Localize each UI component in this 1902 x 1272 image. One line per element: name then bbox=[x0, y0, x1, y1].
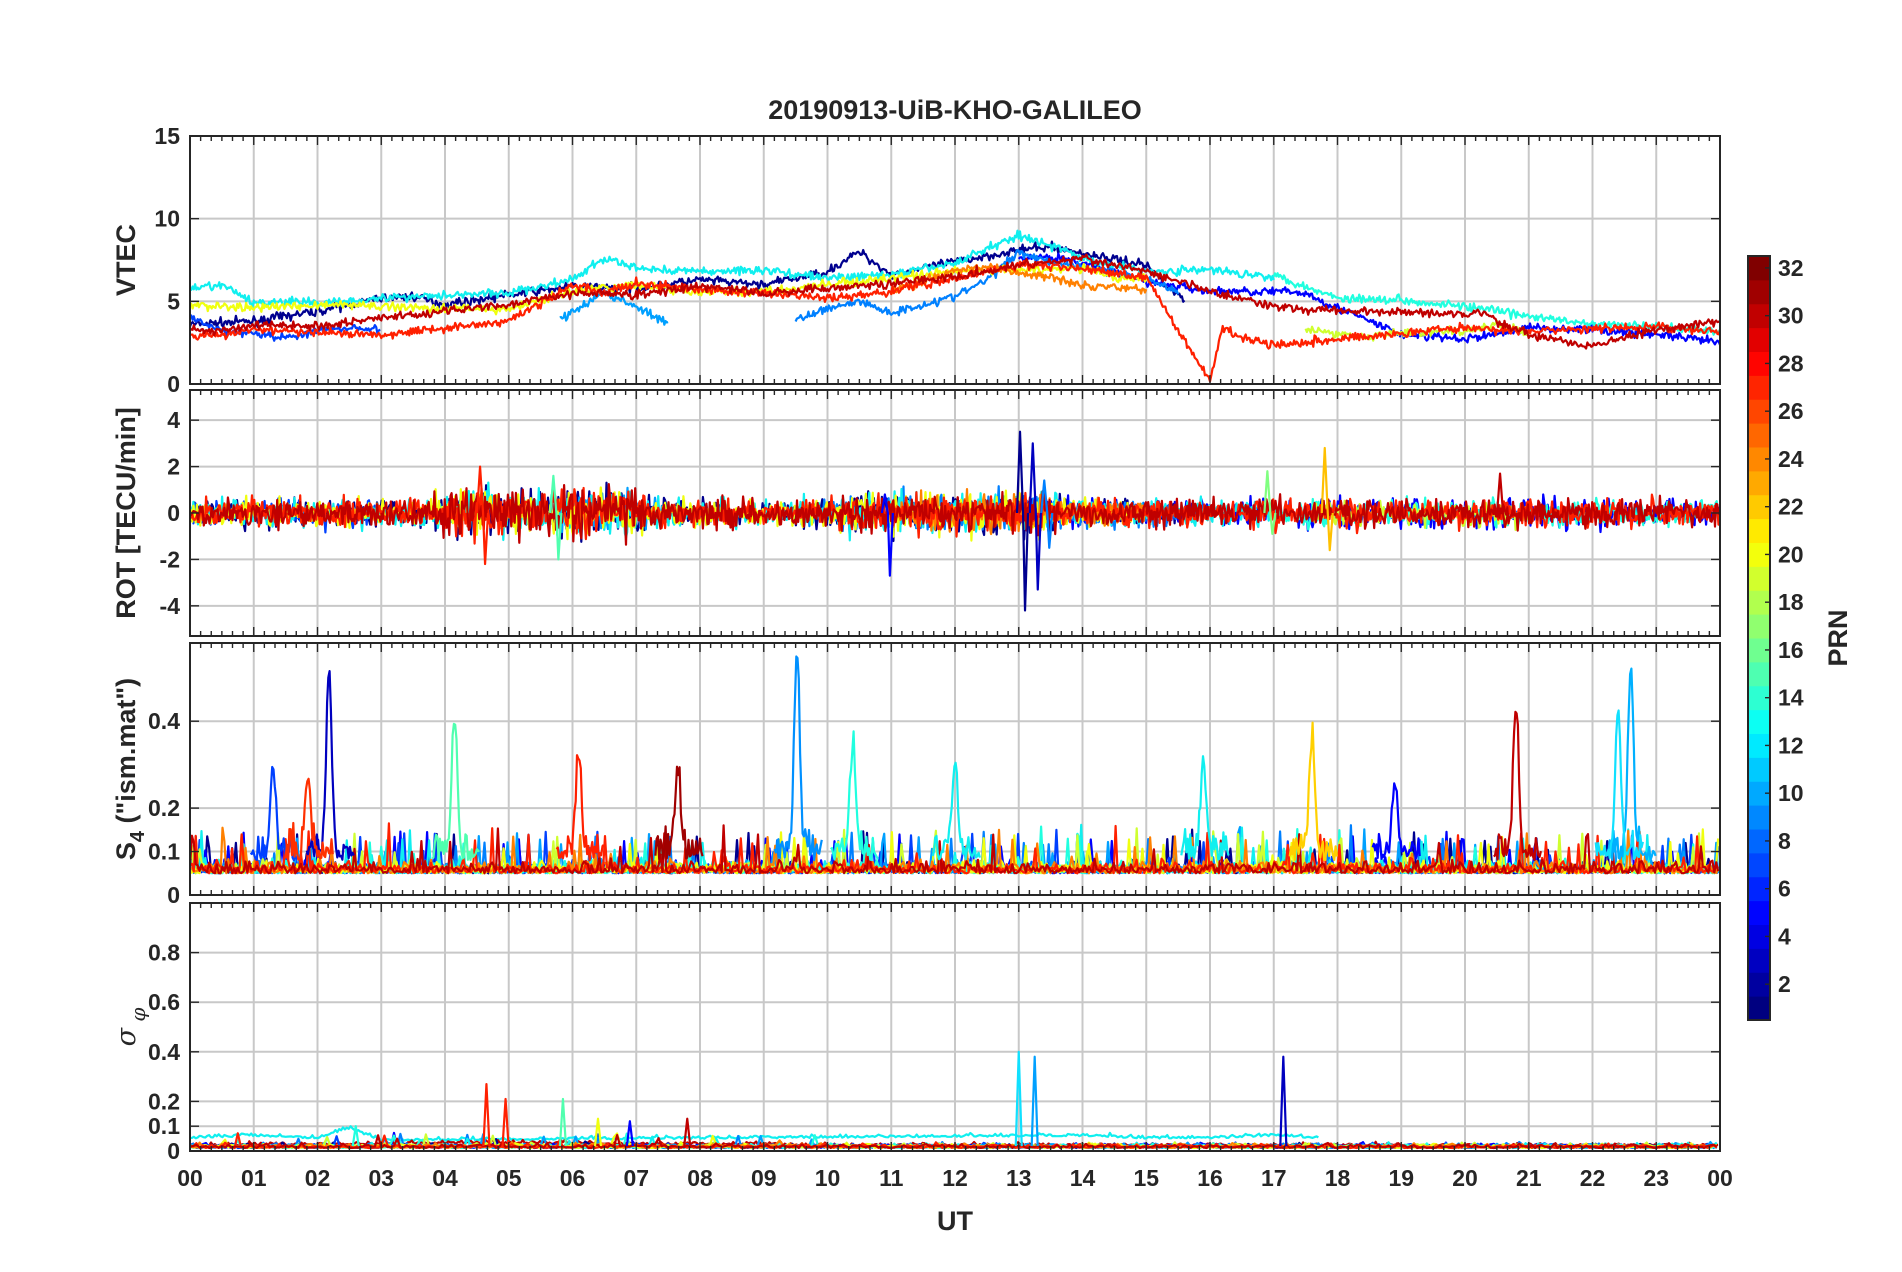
sigma_phi-y-tick-label: 0.2 bbox=[148, 1088, 180, 1114]
x-tick-label: 07 bbox=[623, 1165, 649, 1191]
rot-y-tick-label: -4 bbox=[160, 593, 181, 619]
vtec-y-tick-label: 15 bbox=[154, 123, 180, 149]
colorbar-segment bbox=[1748, 566, 1770, 591]
rot-y-tick-label: 0 bbox=[167, 500, 180, 526]
colorbar-segment bbox=[1748, 470, 1770, 496]
x-tick-label: 13 bbox=[1006, 1165, 1032, 1191]
colorbar-tick-label: 28 bbox=[1778, 350, 1804, 376]
x-tick-label: 17 bbox=[1261, 1165, 1287, 1191]
colorbar-tick-label: 8 bbox=[1778, 828, 1791, 854]
rot-y-tick-label: 2 bbox=[167, 454, 180, 480]
panel-rot: -4 -2 0 2 4 ROT [TECU/min] bbox=[111, 389, 1721, 637]
x-axis-label: UT bbox=[937, 1206, 973, 1236]
colorbar-tick-label: 12 bbox=[1778, 732, 1804, 758]
colorbar-segment bbox=[1748, 327, 1770, 352]
colorbar-segment bbox=[1748, 614, 1770, 639]
colorbar-tick-label: 18 bbox=[1778, 589, 1804, 615]
colorbar-tick-label: 32 bbox=[1778, 255, 1804, 281]
colorbar-segment bbox=[1748, 375, 1770, 400]
s4-y-tick-label: 0.4 bbox=[148, 708, 180, 734]
colorbar-segment bbox=[1748, 279, 1770, 305]
colorbar-segment bbox=[1748, 900, 1770, 925]
x-tick-label: 11 bbox=[879, 1165, 904, 1191]
x-tick-label: 05 bbox=[496, 1165, 522, 1191]
sigma_phi-y-tick-label: 0.1 bbox=[148, 1113, 180, 1139]
x-tick-label: 21 bbox=[1516, 1165, 1542, 1191]
x-tick-label: 14 bbox=[1070, 1165, 1096, 1191]
s4-y-axis-label: S4 ("ism.mat") bbox=[111, 678, 149, 860]
panel-s4: 0 0.1 0.2 0.4S4 ("ism.mat") bbox=[111, 642, 1721, 908]
rot-y-tick-label: -2 bbox=[160, 546, 180, 572]
x-tick-label: 18 bbox=[1325, 1165, 1351, 1191]
colorbar-segment bbox=[1748, 661, 1770, 687]
colorbar-segment bbox=[1748, 805, 1770, 830]
sigma_phi-y-axis-label: σ φ bbox=[111, 1008, 150, 1047]
x-tick-label: 15 bbox=[1133, 1165, 1159, 1191]
colorbar-tick-label: 22 bbox=[1778, 494, 1804, 520]
colorbar-label: PRN bbox=[1823, 609, 1853, 666]
chart-title: 20190913-UiB-KHO-GALILEO bbox=[768, 95, 1142, 125]
colorbar-tick-label: 14 bbox=[1778, 685, 1804, 711]
panel-vtec: 0 5 10 15 VTEC bbox=[111, 123, 1721, 397]
sigma_phi-y-tick-label: 0.4 bbox=[148, 1039, 180, 1065]
x-tick-label: 23 bbox=[1643, 1165, 1669, 1191]
x-tick-label: 10 bbox=[815, 1165, 841, 1191]
x-tick-label: 04 bbox=[432, 1165, 458, 1191]
colorbar-tick-label: 4 bbox=[1778, 923, 1791, 949]
x-tick-label: 01 bbox=[241, 1165, 267, 1191]
colorbar-segment bbox=[1748, 757, 1770, 782]
s4-y-tick-label: 0.2 bbox=[148, 795, 180, 821]
colorbar: 2468101214161820222426283032 bbox=[1747, 255, 1804, 1021]
s4-y-tick-label: 0 bbox=[167, 882, 180, 908]
s4-y-tick-label: 0.1 bbox=[148, 839, 180, 865]
colorbar-segment bbox=[1748, 996, 1770, 1021]
x-tick-label: 22 bbox=[1580, 1165, 1606, 1191]
sigma_phi-y-tick-label: 0 bbox=[167, 1138, 180, 1164]
x-axis: 00 01 02 03 04 05 06 07 08 09 10 11 12 13 14 15 16 17 18 19… bbox=[177, 1165, 1733, 1191]
vtec-y-axis-label: VTEC bbox=[111, 224, 141, 296]
vtec-y-tick-label: 10 bbox=[154, 206, 180, 232]
x-tick-label: 00 bbox=[177, 1165, 203, 1191]
colorbar-tick-label: 26 bbox=[1778, 398, 1804, 424]
colorbar-segment bbox=[1748, 852, 1770, 878]
x-tick-label: 16 bbox=[1197, 1165, 1223, 1191]
x-tick-label: 19 bbox=[1388, 1165, 1414, 1191]
colorbar-segment bbox=[1748, 423, 1770, 448]
colorbar-tick-label: 16 bbox=[1778, 637, 1804, 663]
rot-y-tick-label: 4 bbox=[167, 407, 180, 433]
colorbar-tick-label: 10 bbox=[1778, 780, 1804, 806]
x-tick-label: 08 bbox=[687, 1165, 713, 1191]
colorbar-tick-label: 24 bbox=[1778, 446, 1804, 472]
colorbar-tick-label: 6 bbox=[1778, 876, 1791, 902]
figure: 20190913-UiB-KHO-GALILEO 051015VTEC -4-2… bbox=[111, 95, 1853, 1236]
x-tick-label: 03 bbox=[368, 1165, 394, 1191]
colorbar-segment bbox=[1748, 518, 1770, 543]
sigma_phi-y-tick-label: 0.8 bbox=[148, 940, 180, 966]
panel-sigma-phi: 00.10.2 0.4 0.6 0.8 σ φ bbox=[111, 902, 1721, 1164]
x-tick-label: 12 bbox=[942, 1165, 968, 1191]
vtec-y-tick-label: 5 bbox=[167, 288, 180, 314]
sigma_phi-y-tick-label: 0.6 bbox=[148, 989, 180, 1015]
vtec-y-tick-label: 0 bbox=[167, 371, 180, 397]
x-tick-label: 09 bbox=[751, 1165, 777, 1191]
rot-y-axis-label: ROT [TECU/min] bbox=[111, 407, 141, 618]
x-tick-label: 00 bbox=[1707, 1165, 1733, 1191]
x-tick-label: 20 bbox=[1452, 1165, 1478, 1191]
colorbar-segment bbox=[1748, 709, 1770, 734]
colorbar-segment bbox=[1748, 948, 1770, 973]
x-tick-label: 02 bbox=[305, 1165, 331, 1191]
colorbar-tick-label: 20 bbox=[1778, 541, 1804, 567]
x-tick-label: 06 bbox=[560, 1165, 586, 1191]
colorbar-tick-label: 2 bbox=[1778, 971, 1791, 997]
colorbar-tick-label: 30 bbox=[1778, 303, 1804, 329]
